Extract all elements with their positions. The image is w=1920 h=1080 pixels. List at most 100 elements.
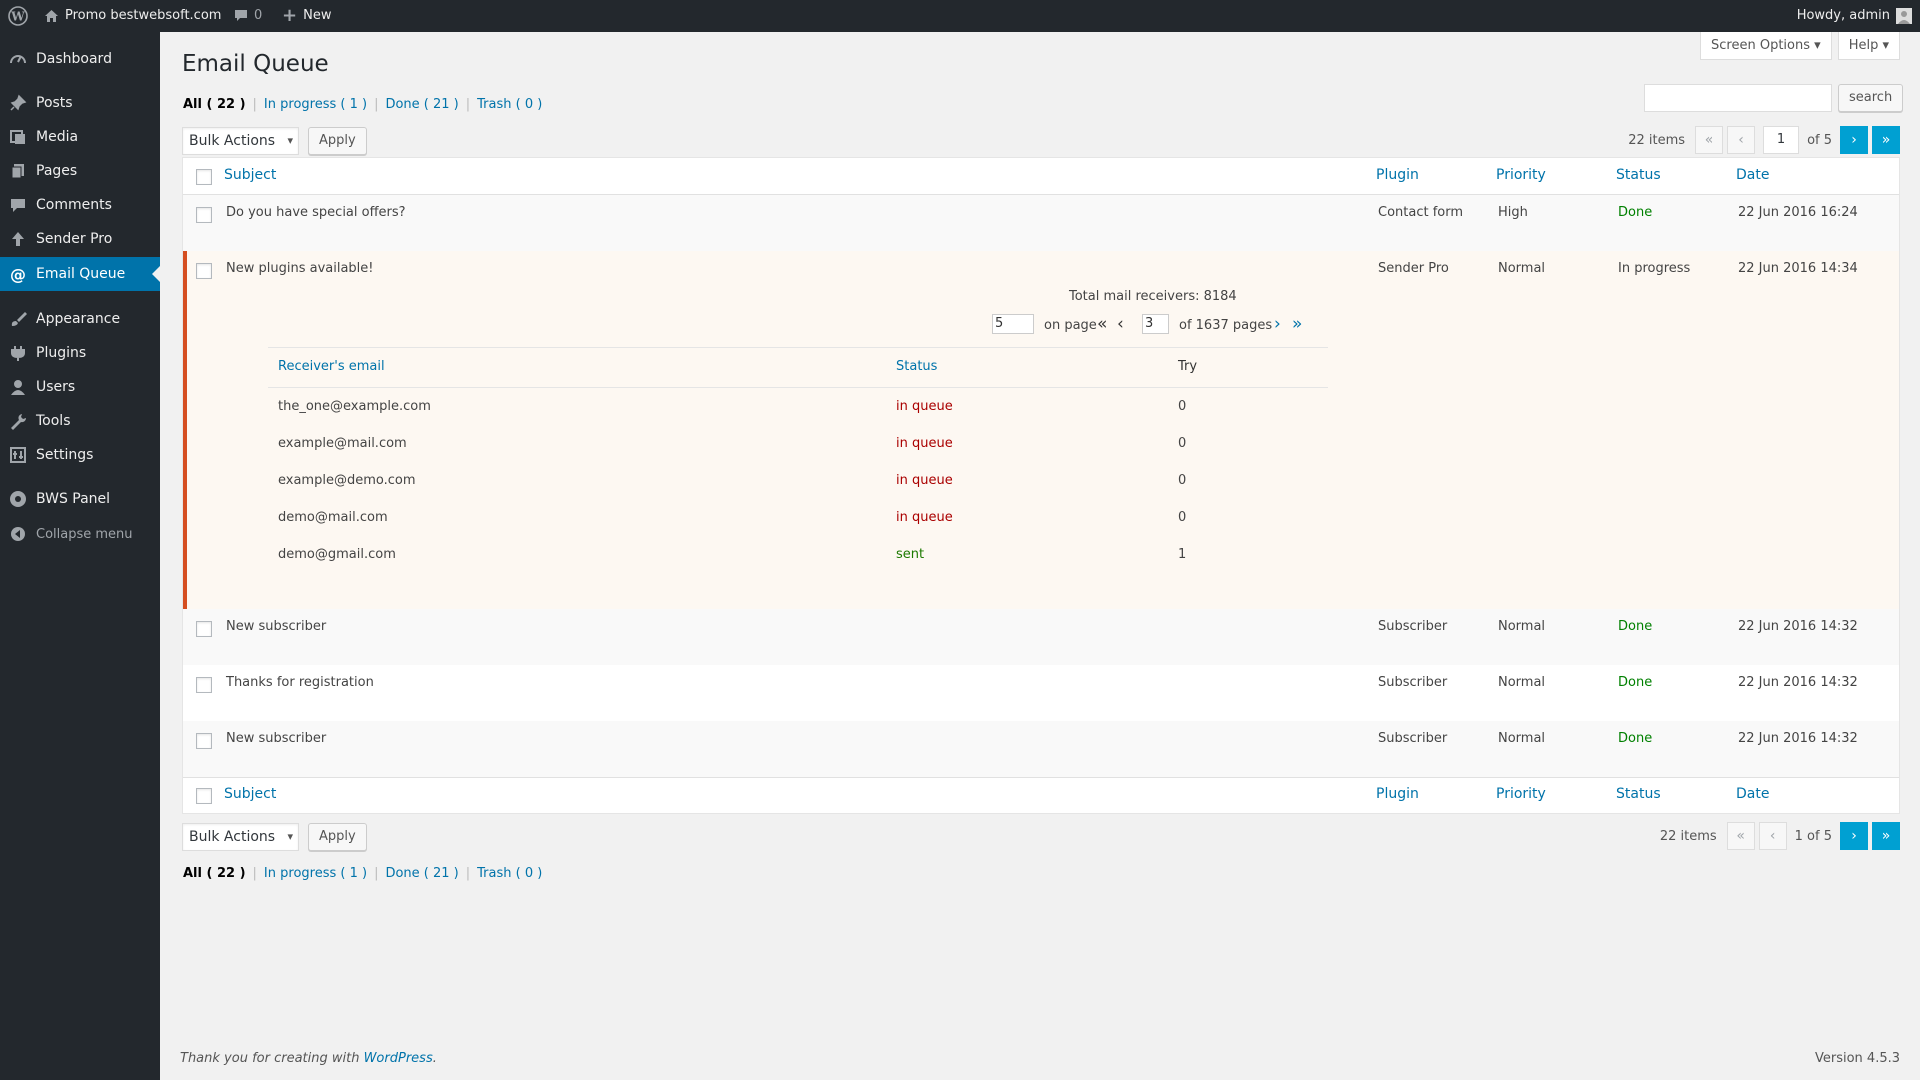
first-page-button-bottom[interactable]: « xyxy=(1726,822,1755,850)
sidebar-item-label: Dashboard xyxy=(36,51,112,67)
column-plugin[interactable]: Plugin xyxy=(1376,167,1419,183)
per-page-input[interactable]: 5 xyxy=(992,314,1034,334)
prev-page-button[interactable]: ‹ xyxy=(1727,126,1756,154)
bulk-actions-select-top[interactable]: Bulk Actions xyxy=(182,127,299,155)
row-checkbox[interactable] xyxy=(196,621,212,637)
dashboard-icon xyxy=(8,50,28,68)
wordpress-logo[interactable]: W xyxy=(8,0,28,32)
sidebar-item-tools[interactable]: Tools xyxy=(0,404,160,438)
first-page-icon[interactable]: « xyxy=(1097,314,1107,334)
current-page-input[interactable]: 1 xyxy=(1763,126,1800,154)
filter-done-bottom[interactable]: Done ( 21 ) xyxy=(385,866,458,881)
select-all-checkbox[interactable] xyxy=(196,169,212,185)
bulk-actions-select-bottom[interactable]: Bulk Actions xyxy=(182,823,299,851)
table-row[interactable]: Thanks for registration Subscriber Norma… xyxy=(183,665,1899,721)
last-page-button[interactable]: » xyxy=(1872,126,1900,154)
select-all-checkbox-bottom[interactable] xyxy=(196,788,212,804)
comments-link[interactable]: 0 xyxy=(234,0,262,32)
sidebar-item-dashboard[interactable]: Dashboard xyxy=(0,42,160,76)
filter-all-bottom[interactable]: All ( 22 ) xyxy=(183,866,246,881)
footer-period: . xyxy=(432,1051,437,1066)
filter-done[interactable]: Done ( 21 ) xyxy=(385,97,458,112)
sidebar-item-media[interactable]: Media xyxy=(0,120,160,154)
sidebar-item-label: Appearance xyxy=(36,311,121,327)
column-status[interactable]: Status xyxy=(1616,167,1661,183)
screen-options-button[interactable]: Screen Options ▾ xyxy=(1700,32,1832,60)
column-try: Try xyxy=(1178,359,1198,374)
receiver-row: example@demo.com in queue 0 xyxy=(268,465,1328,502)
sidebar-item-bws-panel[interactable]: BWS Panel xyxy=(0,482,160,516)
row-plugin: Subscriber xyxy=(1378,619,1448,634)
search-input[interactable] xyxy=(1644,84,1832,112)
table-footer-row: Subject Plugin Priority Status Date xyxy=(183,777,1899,813)
receiver-try: 0 xyxy=(1178,399,1187,414)
column-receiver-email[interactable]: Receiver's email xyxy=(278,359,385,374)
column-receiver-status[interactable]: Status xyxy=(896,359,937,374)
table-header-row: Subject Plugin Priority Status Date xyxy=(183,158,1899,195)
next-page-button[interactable]: › xyxy=(1840,126,1868,154)
last-page-icon[interactable]: » xyxy=(1292,314,1302,334)
sidebar-item-pages[interactable]: Pages xyxy=(0,154,160,188)
column-priority-footer[interactable]: Priority xyxy=(1496,786,1546,802)
filter-all[interactable]: All ( 22 ) xyxy=(183,97,246,112)
column-priority[interactable]: Priority xyxy=(1496,167,1546,183)
receivers-page-input[interactable]: 3 xyxy=(1142,314,1169,334)
table-row-expanded[interactable]: New plugins available! Sender Pro Normal… xyxy=(183,251,1899,609)
sidebar-item-email-queue[interactable]: @ Email Queue xyxy=(0,257,160,291)
row-priority: Normal xyxy=(1498,675,1546,690)
prev-page-button-bottom[interactable]: ‹ xyxy=(1758,822,1787,850)
last-page-button-bottom[interactable]: » xyxy=(1872,822,1900,850)
new-content-link[interactable]: + New xyxy=(282,0,331,32)
collapse-menu-button[interactable]: Collapse menu xyxy=(0,517,160,551)
table-row[interactable]: New subscriber Subscriber Normal Done 22… xyxy=(183,609,1899,665)
column-subject-footer[interactable]: Subject xyxy=(224,786,276,802)
next-page-icon[interactable]: › xyxy=(1274,314,1281,334)
help-button[interactable]: Help ▾ xyxy=(1837,32,1900,60)
sidebar-item-settings[interactable]: Settings xyxy=(0,438,160,472)
row-checkbox[interactable] xyxy=(196,677,212,693)
site-name-link[interactable]: Promo bestwebsoft.com xyxy=(44,0,221,32)
next-page-button-bottom[interactable]: › xyxy=(1840,822,1868,850)
apply-button-bottom[interactable]: Apply xyxy=(308,823,367,851)
table-row[interactable]: New subscriber Subscriber Normal Done 22… xyxy=(183,721,1899,777)
sidebar-item-posts[interactable]: Posts xyxy=(0,86,160,120)
filter-in-progress-bottom[interactable]: In progress ( 1 ) xyxy=(264,866,367,881)
version-text: Version 4.5.3 xyxy=(1814,1051,1900,1066)
apply-button-top[interactable]: Apply xyxy=(308,127,367,155)
sidebar-item-users[interactable]: Users xyxy=(0,370,160,404)
filter-trash-bottom[interactable]: Trash ( 0 ) xyxy=(477,866,542,881)
row-checkbox[interactable] xyxy=(196,207,212,223)
items-count: 22 items xyxy=(1628,132,1686,148)
row-plugin: Contact form xyxy=(1378,205,1464,220)
sidebar-item-appearance[interactable]: Appearance xyxy=(0,302,160,336)
sidebar-item-label: Comments xyxy=(36,197,112,213)
first-page-button[interactable]: « xyxy=(1695,126,1724,154)
filter-trash[interactable]: Trash ( 0 ) xyxy=(477,97,542,112)
receiver-status: in queue xyxy=(896,399,953,414)
upload-icon xyxy=(8,230,28,248)
table-row[interactable]: Do you have special offers? Contact form… xyxy=(183,195,1899,251)
search-button[interactable]: search xyxy=(1838,84,1904,112)
bws-icon xyxy=(8,490,28,508)
prev-page-icon[interactable]: ‹ xyxy=(1117,314,1124,334)
column-date[interactable]: Date xyxy=(1736,167,1769,183)
column-date-footer[interactable]: Date xyxy=(1736,786,1769,802)
sidebar-item-plugins[interactable]: Plugins xyxy=(0,336,160,370)
column-plugin-footer[interactable]: Plugin xyxy=(1376,786,1419,802)
status-filters-bottom: All ( 22 ) | In progress ( 1 ) | Done ( 21 )… xyxy=(183,866,543,881)
row-checkbox[interactable] xyxy=(196,263,212,279)
column-status-footer[interactable]: Status xyxy=(1616,786,1661,802)
sidebar-item-comments[interactable]: Comments xyxy=(0,188,160,222)
sidebar-item-sender-pro[interactable]: Sender Pro xyxy=(0,222,160,256)
page-title: Email Queue xyxy=(182,51,329,77)
wordpress-link[interactable]: WordPress xyxy=(364,1051,433,1066)
admin-sidebar: Dashboard Posts Media Pages Comments Sen… xyxy=(0,32,160,1080)
pages-icon xyxy=(8,162,28,180)
column-subject[interactable]: Subject xyxy=(224,167,276,183)
filter-in-progress[interactable]: In progress ( 1 ) xyxy=(264,97,367,112)
plus-icon: + xyxy=(282,5,298,26)
sidebar-item-label: Posts xyxy=(36,95,73,111)
account-menu[interactable]: Howdy, admin xyxy=(1797,0,1912,32)
row-checkbox[interactable] xyxy=(196,733,212,749)
comments-count: 0 xyxy=(254,8,263,23)
